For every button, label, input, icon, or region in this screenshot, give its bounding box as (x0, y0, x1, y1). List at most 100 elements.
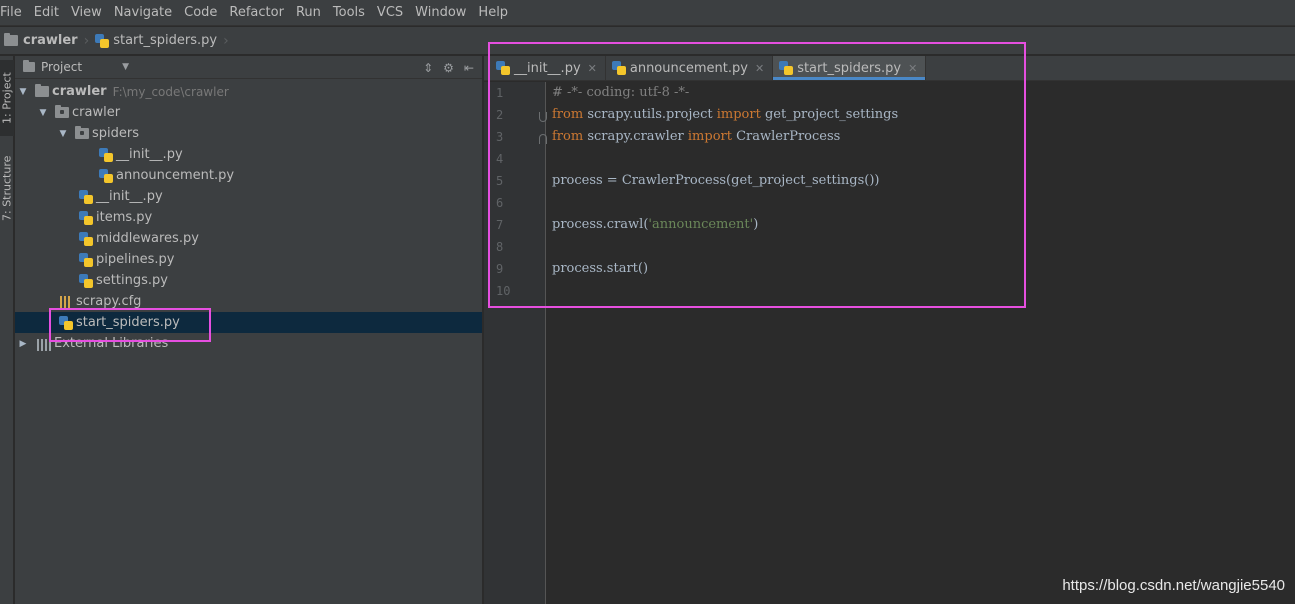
tab-start-spiders[interactable]: start_spiders.py ✕ (773, 56, 927, 80)
tree-item-label: crawler (52, 84, 107, 99)
chevron-down-icon[interactable]: ▼ (122, 62, 129, 72)
breadcrumb-file-label: start_spiders.py (113, 33, 218, 48)
line-number: 1 (496, 86, 504, 100)
code-text: scrapy.utils.project (583, 107, 717, 122)
expand-arrow-icon[interactable]: ▼ (57, 129, 69, 139)
editor-panel: __init__.py ✕ announcement.py ✕ start_sp… (484, 42, 1295, 604)
line-number: 3 (496, 130, 504, 144)
editor-tabs: __init__.py ✕ announcement.py ✕ start_sp… (484, 56, 1295, 81)
hide-panel-icon[interactable]: ⇤ (464, 61, 474, 75)
tree-item-external-libraries[interactable]: ▶ External Libraries (15, 333, 482, 354)
tab-announcement[interactable]: announcement.py ✕ (606, 56, 774, 80)
code-keyword: import (716, 107, 761, 122)
menu-edit[interactable]: Edit (28, 0, 65, 26)
expand-arrow-icon[interactable]: ▶ (17, 339, 29, 349)
python-file-icon (79, 231, 93, 246)
breadcrumb-project[interactable]: crawler (0, 27, 82, 55)
python-file-icon (59, 315, 73, 330)
tree-item-scrapy-cfg[interactable]: scrapy.cfg (15, 291, 482, 312)
folder-icon (4, 33, 18, 46)
tree-item-label: __init__.py (96, 189, 163, 204)
expand-arrow-icon[interactable]: ▼ (37, 108, 49, 118)
config-file-icon (59, 295, 73, 309)
menu-run[interactable]: Run (290, 0, 327, 26)
menu-vcs[interactable]: VCS (371, 0, 409, 26)
expand-arrow-icon[interactable]: ▼ (17, 87, 29, 97)
code-text: CrawlerProcess (731, 129, 841, 144)
code-line-5: process = CrawlerProcess(get_project_set… (552, 170, 880, 192)
menu-help[interactable]: Help (472, 0, 514, 26)
tab-init[interactable]: __init__.py ✕ (490, 56, 606, 80)
line-number-gutter: 1 2 3 4 5 6 7 8 9 10 (484, 82, 547, 604)
code-line-9: process.start() (552, 258, 648, 280)
python-file-icon (611, 61, 626, 75)
menu-file[interactable]: File (0, 0, 28, 26)
tree-item-label: spiders (92, 126, 140, 141)
collapse-all-icon[interactable]: ⇕ (423, 61, 433, 75)
tree-item-start-spiders[interactable]: start_spiders.py (15, 312, 482, 333)
tree-item-middlewares[interactable]: middlewares.py (15, 228, 482, 249)
tree-item-spiders-package[interactable]: ▼ spiders (15, 123, 482, 144)
code-keyword: import (687, 129, 732, 144)
tree-item-items[interactable]: items.py (15, 207, 482, 228)
tree-item-label: pipelines.py (96, 252, 175, 267)
menu-view[interactable]: View (65, 0, 108, 26)
libraries-icon (37, 337, 51, 351)
folder-icon (55, 105, 69, 118)
project-tree: ▼ crawler F:\my_code\crawler ▼ crawler ▼… (15, 79, 482, 354)
fold-marker-icon[interactable] (539, 112, 547, 122)
code-text: process.crawl( (552, 217, 649, 232)
tree-item-label: start_spiders.py (76, 315, 180, 330)
tree-item-label: middlewares.py (96, 231, 199, 246)
tree-item-label: settings.py (96, 273, 168, 288)
structure-tool-button[interactable]: 7: Structure (0, 148, 14, 228)
menu-tools[interactable]: Tools (327, 0, 371, 26)
menu-refactor[interactable]: Refactor (223, 0, 290, 26)
gear-icon[interactable]: ⚙ (443, 61, 454, 75)
tree-item-label: scrapy.cfg (76, 294, 142, 309)
menu-code[interactable]: Code (178, 0, 223, 26)
breadcrumb-separator-icon: › (223, 32, 229, 49)
python-file-icon (79, 210, 93, 225)
close-icon[interactable]: ✕ (755, 62, 764, 75)
code-text: get_project_settings (760, 107, 899, 122)
tab-label: announcement.py (629, 60, 748, 76)
tab-label: __init__.py (514, 60, 581, 76)
tree-item-project-root[interactable]: ▼ crawler F:\my_code\crawler (15, 81, 482, 102)
breadcrumb-project-label: crawler (23, 33, 78, 48)
close-icon[interactable]: ✕ (588, 62, 597, 75)
tree-item-crawler-init[interactable]: __init__.py (15, 186, 482, 207)
tree-item-settings[interactable]: settings.py (15, 270, 482, 291)
tree-item-pipelines[interactable]: pipelines.py (15, 249, 482, 270)
tree-item-label: announcement.py (116, 168, 235, 183)
menu-window[interactable]: Window (409, 0, 472, 26)
line-number: 9 (496, 262, 504, 276)
line-number: 6 (496, 196, 504, 210)
breadcrumb-file[interactable]: start_spiders.py (91, 27, 221, 55)
code-text: process.start() (552, 261, 649, 276)
tree-item-label: items.py (96, 210, 153, 225)
code-keyword: from (552, 129, 584, 144)
line-number: 5 (496, 174, 504, 188)
close-icon[interactable]: ✕ (908, 62, 917, 75)
python-file-icon (496, 61, 510, 75)
code-comment: # -*- coding: utf-8 -*- (552, 85, 690, 100)
line-number: 7 (496, 218, 504, 232)
menu-navigate[interactable]: Navigate (108, 0, 178, 26)
tree-item-crawler-package[interactable]: ▼ crawler (15, 102, 482, 123)
package-icon (75, 126, 89, 139)
fold-marker-icon[interactable] (539, 134, 547, 144)
menu-bar: File Edit View Navigate Code Refactor Ru… (0, 0, 1295, 26)
tree-item-spiders-init[interactable]: __init__.py (15, 144, 482, 165)
code-text: ) (753, 217, 759, 232)
code-string: 'announcement' (648, 217, 754, 232)
tree-item-label: External Libraries (54, 336, 169, 351)
line-number: 2 (496, 108, 504, 122)
python-file-icon (99, 168, 113, 183)
code-text: process = CrawlerProcess(get_project_set… (552, 173, 880, 188)
breadcrumb-separator-icon: › (83, 32, 90, 49)
code-line-3: from scrapy.crawler import CrawlerProces… (552, 126, 840, 148)
tree-item-path: F:\my_code\crawler (112, 84, 229, 99)
project-tool-button[interactable]: 1: Project (0, 60, 14, 136)
tree-item-announcement[interactable]: announcement.py (15, 165, 482, 186)
